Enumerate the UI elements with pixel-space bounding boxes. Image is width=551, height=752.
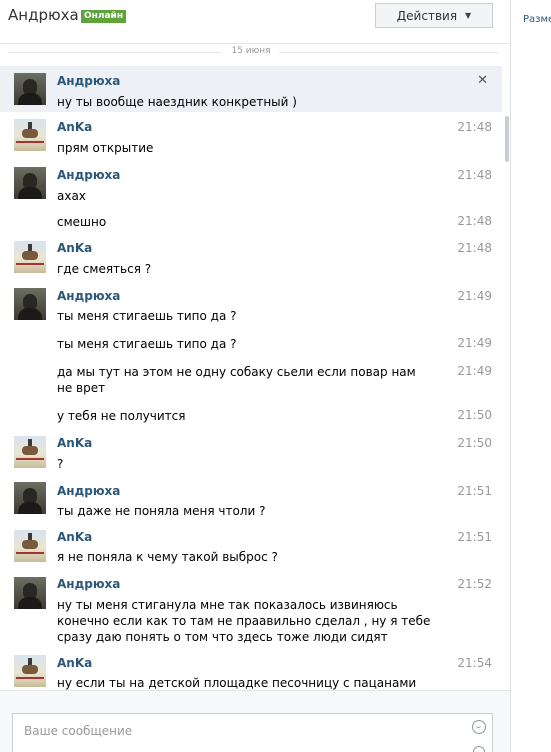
- anka-avatar[interactable]: [14, 241, 46, 273]
- message-time: 21:49: [457, 364, 492, 378]
- message-time: 21:51: [457, 530, 492, 544]
- scrollbar-thumb[interactable]: [505, 116, 509, 162]
- chat-header: Андрюха Онлайн Действия ▼: [0, 0, 510, 44]
- message-text: ты меня стигаешь типо да ?: [57, 337, 237, 351]
- message-item[interactable]: AnKa 21:48 прям открытие: [0, 114, 502, 160]
- message-time: 21:54: [457, 656, 492, 670]
- message-author[interactable]: Андрюха: [57, 289, 120, 303]
- message-item[interactable]: Андрюха 21:51 ты даже не поняла меня что…: [0, 478, 502, 522]
- anka-avatar[interactable]: [14, 530, 46, 562]
- message-author[interactable]: AnKa: [57, 241, 92, 255]
- message-author[interactable]: Андрюха: [57, 74, 120, 88]
- message-time: 21:48: [457, 241, 492, 255]
- message-item[interactable]: Андрюха 21:52 ну ты меня стиганула мне т…: [0, 572, 502, 648]
- message-author[interactable]: Андрюха: [57, 577, 120, 591]
- message-author[interactable]: Андрюха: [57, 168, 120, 182]
- message-time: 21:50: [457, 436, 492, 450]
- message-item[interactable]: Андрюха 21:49 ты меня стигаешь типо да ?: [0, 284, 502, 328]
- message-item[interactable]: AnKa 21:54 ну если ты на детской площадк…: [0, 651, 502, 690]
- message-author[interactable]: AnKa: [57, 436, 92, 450]
- message-text: ты даже не поняла меня чтоли ?: [57, 504, 266, 518]
- anka-avatar[interactable]: [14, 655, 46, 687]
- chevron-down-icon: ▼: [465, 11, 472, 20]
- message-text: ахах: [57, 189, 86, 203]
- right-panel-link[interactable]: Разме: [523, 14, 551, 25]
- message-author[interactable]: AnKa: [57, 656, 92, 670]
- message-text: ну ты вообще наездник конкретный ): [57, 95, 297, 109]
- andryukha-avatar[interactable]: [14, 577, 46, 609]
- message-author[interactable]: AnKa: [57, 120, 92, 134]
- message-item[interactable]: AnKa 21:51 я не поняла к чему такой выбр…: [0, 525, 502, 569]
- message-item[interactable]: 21:49 ты меня стигаешь типо да ?: [0, 332, 502, 356]
- andryukha-avatar[interactable]: [14, 73, 46, 105]
- divider: [279, 52, 499, 53]
- online-status-badge: Онлайн: [81, 10, 127, 23]
- actions-label: Действия: [396, 8, 458, 23]
- message-time: 21:48: [457, 168, 492, 182]
- message-item[interactable]: AnKa 21:50 ?: [0, 431, 502, 475]
- message-author[interactable]: AnKa: [57, 530, 92, 544]
- message-composer: Ваше сообщение: [0, 690, 510, 752]
- right-panel: Разме: [510, 0, 551, 752]
- andryukha-avatar[interactable]: [14, 167, 46, 199]
- anka-avatar[interactable]: [14, 436, 46, 468]
- message-text: ну ты меня стиганула мне так показалось …: [57, 598, 431, 644]
- message-text: ?: [57, 457, 64, 471]
- andryukha-avatar[interactable]: [14, 288, 46, 320]
- message-text: ты меня стигаешь типо да ?: [57, 309, 237, 323]
- message-text: смешно: [57, 215, 107, 229]
- message-input-placeholder: Ваше сообщение: [24, 724, 133, 738]
- message-time: 21:52: [457, 577, 492, 591]
- message-item[interactable]: 21:48 смешно: [0, 208, 502, 232]
- message-item[interactable]: Андрюха ✕ ну ты вообще наездник конкретн…: [0, 66, 502, 112]
- date-separator: 15 июня: [0, 44, 510, 62]
- message-item[interactable]: Андрюха 21:48 ахах: [0, 162, 502, 203]
- message-text: где смеяться ?: [57, 262, 152, 276]
- message-time: 21:51: [457, 484, 492, 498]
- message-text: ну если ты на детской площадке песочницу…: [57, 676, 417, 690]
- anka-avatar[interactable]: [14, 119, 46, 151]
- message-time: 21:49: [457, 289, 492, 303]
- emoji-icon[interactable]: [472, 720, 486, 734]
- date-label: 15 июня: [231, 46, 271, 56]
- message-author[interactable]: Андрюха: [57, 484, 120, 498]
- message-time: 21:48: [457, 214, 492, 228]
- message-input[interactable]: Ваше сообщение: [12, 713, 493, 752]
- message-time: 21:50: [457, 408, 492, 422]
- close-icon[interactable]: ✕: [477, 73, 488, 88]
- message-item[interactable]: 21:50 у тебя не получится: [0, 404, 502, 428]
- message-item[interactable]: AnKa 21:48 где смеяться ?: [0, 236, 502, 280]
- message-text: да мы тут на этом не одну собаку сьели е…: [57, 365, 416, 395]
- message-time: 21:49: [457, 336, 492, 350]
- andryukha-avatar[interactable]: [14, 482, 46, 514]
- message-time: 21:48: [457, 120, 492, 134]
- chat-window: Андрюха Онлайн Действия ▼ 15 июня Андрюх…: [0, 0, 510, 752]
- message-item[interactable]: 21:49 да мы тут на этом не одну собаку с…: [0, 360, 502, 398]
- message-text: у тебя не получится: [57, 409, 186, 423]
- message-text: прям открытие: [57, 141, 154, 155]
- actions-dropdown-button[interactable]: Действия ▼: [375, 3, 493, 28]
- message-text: я не поняла к чему такой выброс ?: [57, 550, 278, 564]
- message-list[interactable]: Андрюха ✕ ну ты вообще наездник конкретн…: [0, 64, 510, 690]
- contact-name[interactable]: Андрюха: [8, 6, 79, 24]
- attach-icon[interactable]: [473, 746, 485, 752]
